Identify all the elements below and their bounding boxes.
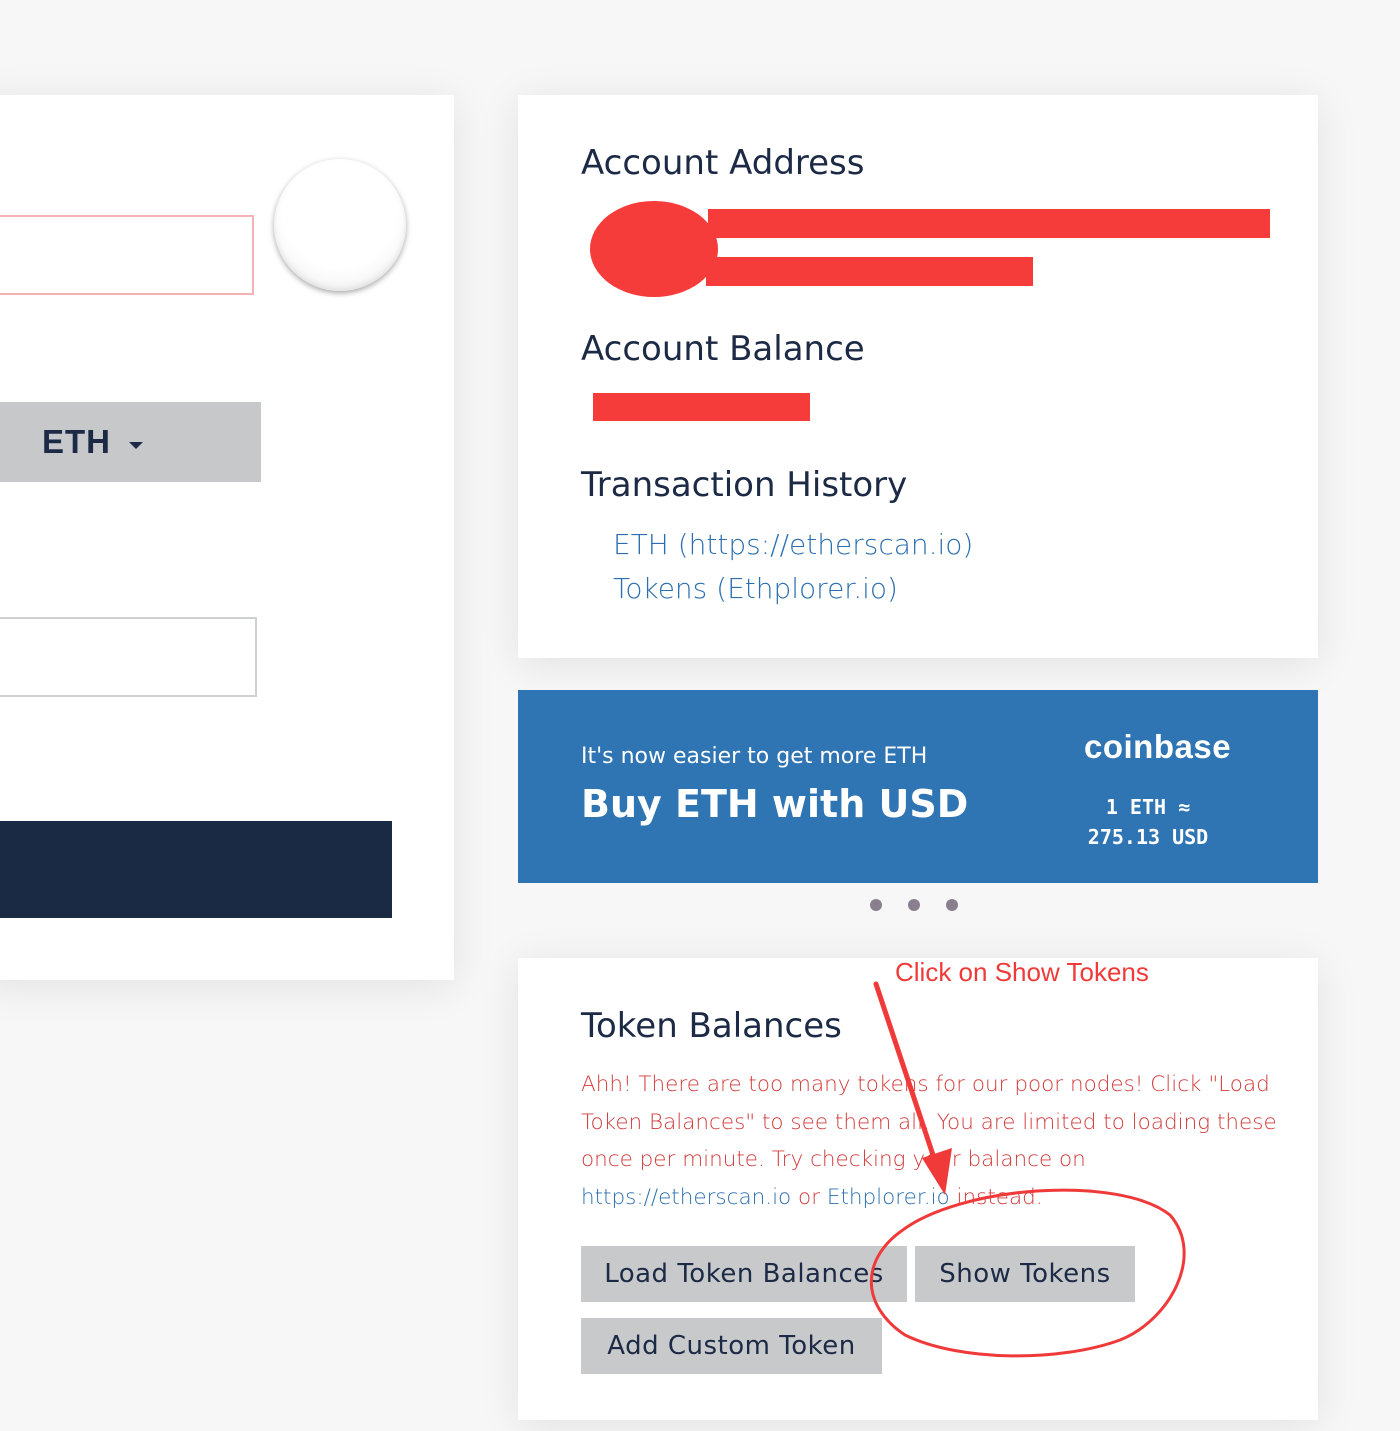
- warning-text: instead.: [949, 1184, 1043, 1210]
- amount-input[interactable]: [0, 617, 257, 697]
- currency-dropdown[interactable]: ETH: [0, 402, 261, 482]
- currency-dropdown-label: ETH: [42, 423, 111, 460]
- coinbase-banner[interactable]: It's now easier to get more ETH Buy ETH …: [518, 690, 1318, 883]
- carousel-dot[interactable]: [946, 899, 958, 911]
- ethplorer-link[interactable]: Tokens (Ethplorer.io): [613, 572, 898, 605]
- token-warning-message: Ahh! There are too many tokens for our p…: [581, 1066, 1281, 1216]
- banner-subtitle: It's now easier to get more ETH: [581, 744, 928, 769]
- generate-transaction-button[interactable]: [0, 821, 392, 918]
- redacted-address-line-1: [708, 209, 1270, 238]
- warning-text: or: [791, 1184, 827, 1210]
- carousel-dot[interactable]: [870, 899, 882, 911]
- chevron-down-icon: [129, 442, 143, 449]
- banner-title: Buy ETH with USD: [581, 782, 969, 826]
- etherscan-inline-link[interactable]: https://etherscan.io: [581, 1185, 791, 1210]
- account-address-heading: Account Address: [581, 143, 865, 183]
- token-balances-heading: Token Balances: [581, 1006, 842, 1046]
- account-info-card: Account Address Account Balance Transact…: [518, 95, 1318, 658]
- to-address-input[interactable]: [0, 215, 254, 295]
- redacted-address-line-2: [706, 257, 1033, 286]
- exchange-rate-line-2: 275.13 USD: [1087, 825, 1209, 849]
- exchange-rate: 1 ETH ≈ 275.13 USD: [1078, 792, 1218, 852]
- etherscan-link[interactable]: ETH (https://etherscan.io): [613, 528, 973, 561]
- load-token-balances-button[interactable]: Load Token Balances: [581, 1246, 907, 1302]
- add-custom-token-button[interactable]: Add Custom Token: [581, 1318, 882, 1374]
- carousel-dot[interactable]: [908, 899, 920, 911]
- coinbase-logo: coinbase: [1084, 728, 1232, 765]
- carousel-dots: [870, 899, 958, 911]
- address-identicon: [274, 159, 406, 291]
- redacted-balance: [593, 393, 810, 421]
- exchange-rate-line-1: 1 ETH ≈: [1105, 795, 1191, 819]
- token-balances-card: Token Balances Ahh! There are too many t…: [518, 958, 1318, 1420]
- warning-text: Ahh! There are too many tokens for our p…: [581, 1072, 1277, 1172]
- account-balance-heading: Account Balance: [581, 329, 865, 369]
- annotation-text: Click on Show Tokens: [895, 957, 1149, 987]
- show-tokens-button[interactable]: Show Tokens: [915, 1246, 1135, 1302]
- transaction-history-heading: Transaction History: [581, 465, 908, 505]
- ethplorer-inline-link[interactable]: Ethplorer.io: [827, 1185, 950, 1210]
- send-form-card: ETH: [0, 95, 454, 980]
- redacted-identicon: [590, 201, 718, 297]
